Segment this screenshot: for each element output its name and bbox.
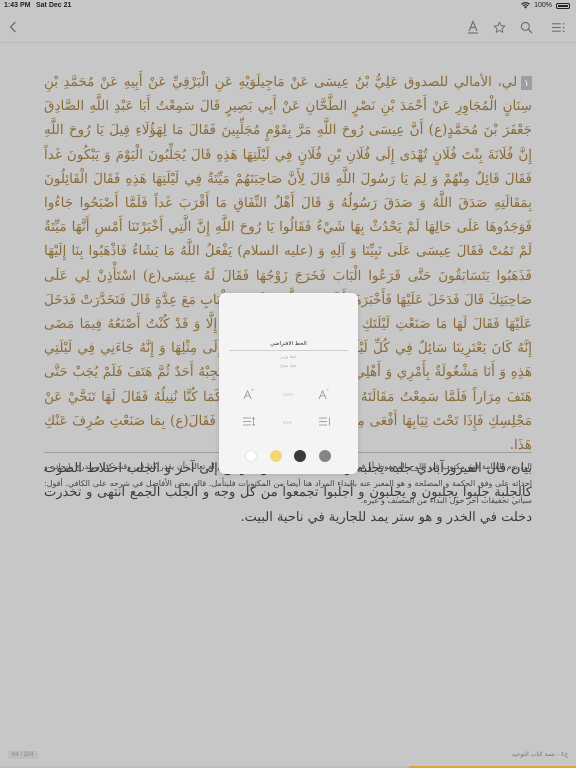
theme-white-swatch[interactable] bbox=[245, 450, 257, 462]
page-counter: 64 / 324 bbox=[8, 751, 38, 759]
battery-icon bbox=[556, 2, 570, 9]
font-size-value: 100% bbox=[282, 392, 294, 397]
theme-gray-swatch[interactable] bbox=[319, 450, 331, 462]
font-option-2[interactable]: خط نسخ bbox=[229, 364, 348, 369]
bookmark-button[interactable] bbox=[488, 16, 510, 38]
status-bar: 1:43 PM Sat Dec 21 100% bbox=[0, 0, 576, 12]
chevron-left-icon bbox=[9, 21, 16, 33]
theme-dark-swatch[interactable] bbox=[294, 450, 306, 462]
increase-font-button[interactable] bbox=[243, 389, 254, 403]
text-size-icon bbox=[468, 20, 478, 34]
paragraph-number: ١ bbox=[521, 75, 532, 90]
line-spacing-value: 80% bbox=[283, 420, 293, 425]
status-right: 100% bbox=[521, 2, 570, 9]
back-button[interactable] bbox=[2, 16, 24, 38]
contents-button[interactable] bbox=[547, 16, 569, 38]
theme-sepia-swatch[interactable] bbox=[270, 450, 282, 462]
line-spacing-icon bbox=[243, 416, 255, 427]
font-option-1[interactable]: خط وزير bbox=[229, 355, 348, 360]
text-size-button[interactable] bbox=[462, 16, 484, 38]
font-name-selector[interactable]: الخط الافتراضي bbox=[229, 341, 348, 351]
paragraph-spacing-button[interactable] bbox=[319, 417, 331, 429]
paragraph-spacing-icon bbox=[319, 417, 330, 426]
line-spacing-button[interactable] bbox=[243, 416, 255, 429]
status-date: Sat Dec 21 bbox=[36, 2, 72, 9]
text-smaller-icon bbox=[318, 389, 329, 400]
decrease-font-button[interactable] bbox=[318, 389, 329, 403]
search-button[interactable] bbox=[515, 16, 537, 38]
chapter-label: ج٤ - تتمة كتاب التوحيد bbox=[511, 751, 568, 758]
search-icon bbox=[520, 21, 533, 34]
status-time: 1:43 PM bbox=[4, 2, 31, 9]
reader-toolbar bbox=[0, 12, 576, 43]
wifi-icon bbox=[521, 2, 530, 9]
star-icon bbox=[493, 21, 505, 33]
text-larger-icon bbox=[243, 389, 254, 400]
font-settings-popup: الخط الافتراضي خط وزير خط نسخ 100% 80% bbox=[219, 293, 358, 474]
battery-percent: 100% bbox=[534, 2, 552, 9]
list-icon bbox=[551, 22, 564, 32]
